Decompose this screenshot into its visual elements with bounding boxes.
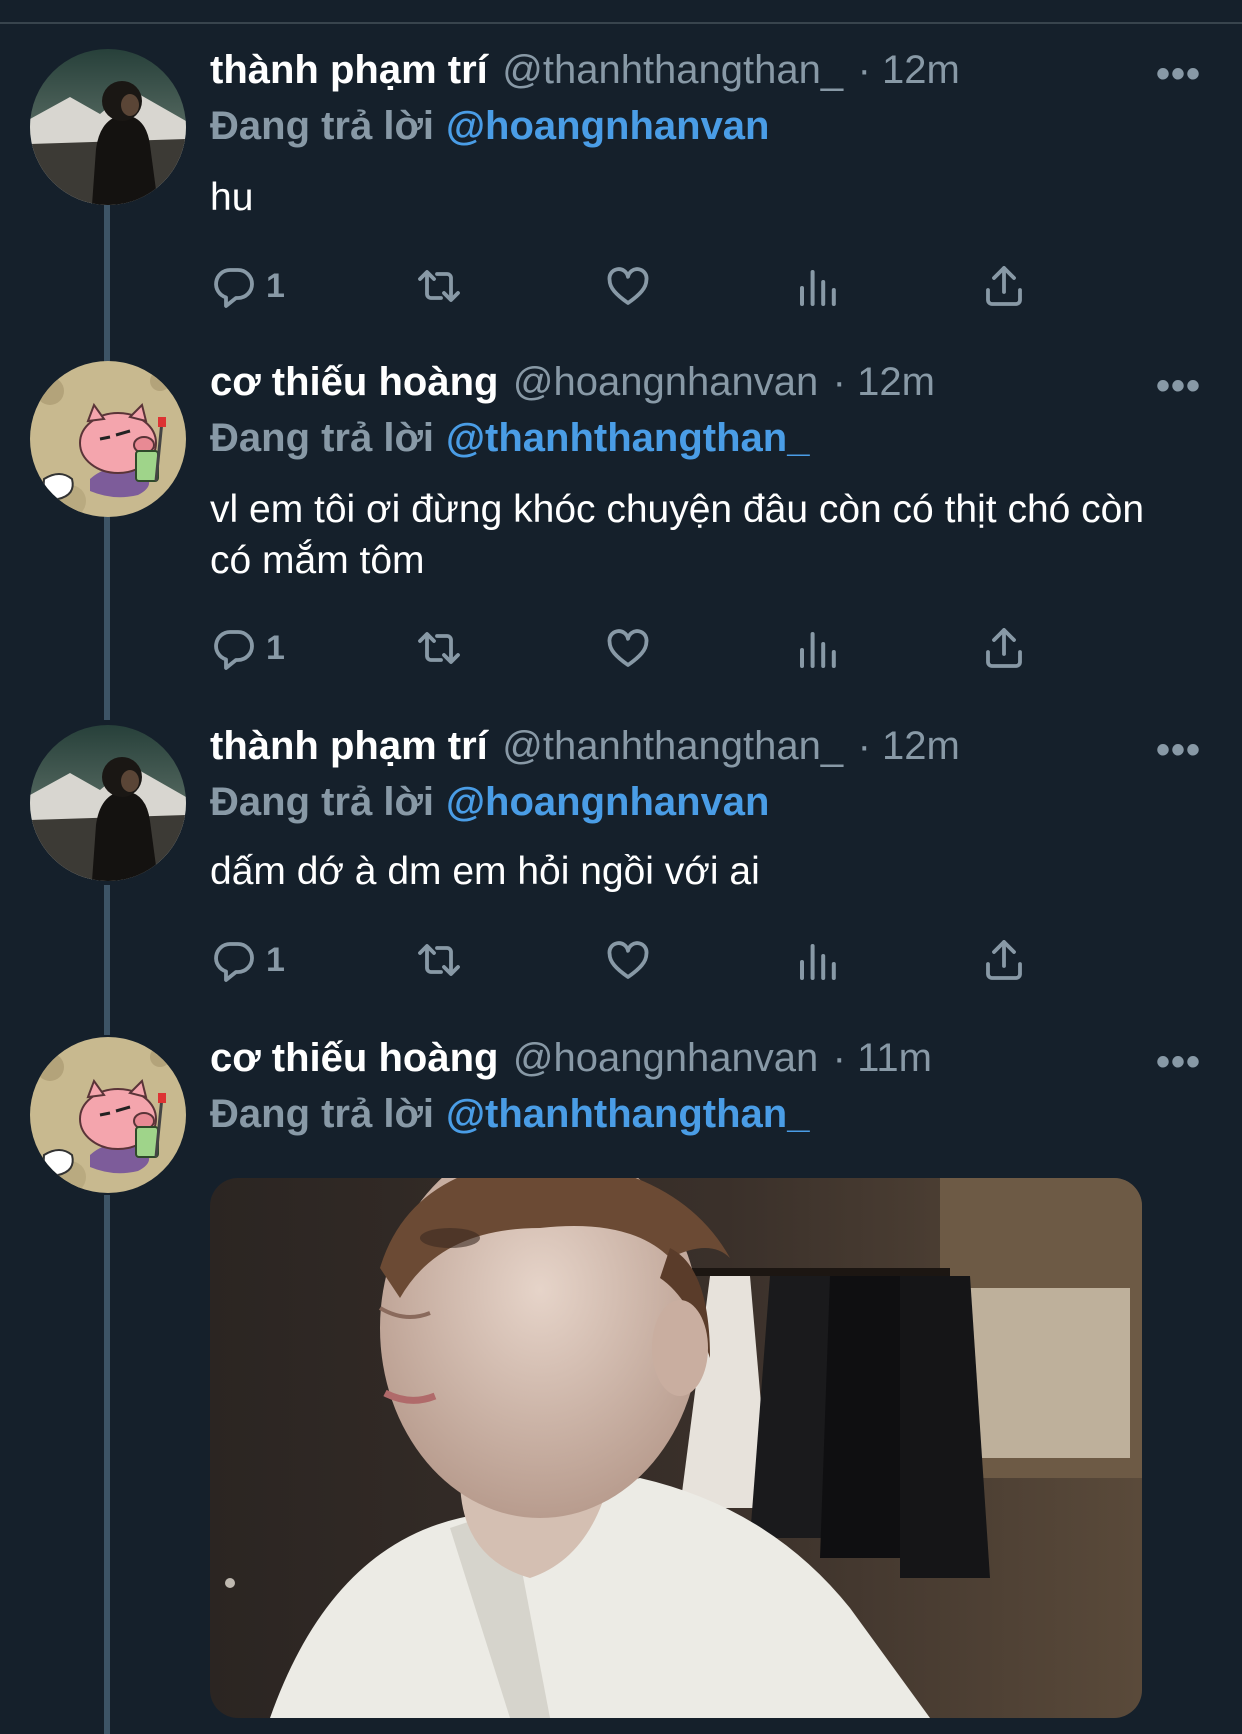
thread-connector (104, 520, 110, 720)
user-handle[interactable]: @hoangnhanvan (513, 360, 818, 404)
reply-icon (214, 268, 254, 308)
tweet-actions: 1 (210, 618, 1090, 678)
tweet-actions: 1 (210, 930, 1090, 990)
reply-button[interactable]: 1 (210, 618, 285, 678)
like-button[interactable] (604, 930, 652, 990)
top-divider (0, 22, 1242, 24)
thread-connector (104, 885, 110, 1035)
thread-connector (104, 1195, 110, 1734)
analytics-icon (800, 270, 836, 306)
share-icon (986, 940, 1022, 980)
replying-prefix: Đang trả lời (210, 104, 435, 148)
share-button[interactable] (980, 930, 1028, 990)
retweet-button[interactable] (412, 256, 466, 316)
reply-count: 1 (266, 940, 285, 979)
user-handle[interactable]: @hoangnhanvan (513, 1036, 818, 1080)
timestamp[interactable]: · 12m (858, 48, 960, 92)
like-icon (607, 941, 649, 979)
reply-icon (214, 942, 254, 982)
retweet-icon (418, 944, 460, 976)
more-icon[interactable]: ••• (1156, 366, 1201, 406)
more-icon[interactable]: ••• (1156, 54, 1201, 94)
tweet-header: thành phạm trí @thanhthangthan_ · 12m (210, 48, 960, 93)
like-icon (607, 267, 649, 305)
share-icon (986, 266, 1022, 306)
mention-link[interactable]: @thanhthangthan_ (446, 416, 809, 460)
reply-count: 1 (266, 266, 285, 305)
reply-button[interactable]: 1 (210, 930, 285, 990)
analytics-icon (800, 944, 836, 980)
tweet-photo[interactable] (210, 1178, 1142, 1718)
like-icon (607, 629, 649, 667)
replying-prefix: Đang trả lời (210, 780, 435, 824)
retweet-icon (418, 270, 460, 302)
display-name[interactable]: cơ thiếu hoàng (210, 360, 498, 404)
avatar[interactable] (30, 1037, 186, 1193)
tweet-actions: 1 (210, 256, 1090, 316)
tweet-header: thành phạm trí @thanhthangthan_ · 12m (210, 724, 960, 769)
replying-to: Đang trả lời @hoangnhanvan (210, 104, 770, 149)
reply-count: 1 (266, 628, 285, 667)
share-button[interactable] (980, 618, 1028, 678)
replying-prefix: Đang trả lời (210, 1092, 435, 1136)
avatar[interactable] (30, 361, 186, 517)
share-button[interactable] (980, 256, 1028, 316)
avatar[interactable] (30, 725, 186, 881)
replying-prefix: Đang trả lời (210, 416, 435, 460)
display-name[interactable]: thành phạm trí (210, 48, 488, 92)
retweet-button[interactable] (412, 930, 466, 990)
reply-button[interactable]: 1 (210, 256, 285, 316)
tweet-text: dấm dớ à dm em hỏi ngồi với ai (210, 850, 760, 893)
avatar[interactable] (30, 49, 186, 205)
reply-icon (214, 630, 254, 670)
more-icon[interactable]: ••• (1156, 1042, 1201, 1082)
retweet-icon (418, 632, 460, 664)
timestamp[interactable]: · 12m (833, 360, 935, 404)
like-button[interactable] (604, 618, 652, 678)
tweet-text: vl em tôi ơi đừng khóc chuyện đâu còn có… (210, 488, 1145, 582)
analytics-icon (800, 632, 836, 668)
analytics-button[interactable] (794, 930, 842, 990)
replying-to: Đang trả lời @thanhthangthan_ (210, 1092, 809, 1137)
tweet-header: cơ thiếu hoàng @hoangnhanvan · 11m (210, 1036, 932, 1081)
analytics-button[interactable] (794, 618, 842, 678)
replying-to: Đang trả lời @hoangnhanvan (210, 780, 770, 825)
share-icon (986, 628, 1022, 668)
display-name[interactable]: cơ thiếu hoàng (210, 1036, 498, 1080)
timestamp[interactable]: · 11m (833, 1036, 932, 1080)
display-name[interactable]: thành phạm trí (210, 724, 488, 768)
user-handle[interactable]: @thanhthangthan_ (502, 724, 843, 768)
tweet-text: hu (210, 176, 254, 219)
retweet-button[interactable] (412, 618, 466, 678)
analytics-button[interactable] (794, 256, 842, 316)
replying-to: Đang trả lời @thanhthangthan_ (210, 416, 809, 461)
tweet-header: cơ thiếu hoàng @hoangnhanvan · 12m (210, 360, 935, 405)
user-handle[interactable]: @thanhthangthan_ (502, 48, 843, 92)
more-icon[interactable]: ••• (1156, 730, 1201, 770)
like-button[interactable] (604, 256, 652, 316)
timestamp[interactable]: · 12m (858, 724, 960, 768)
mention-link[interactable]: @hoangnhanvan (446, 780, 769, 824)
mention-link[interactable]: @hoangnhanvan (446, 104, 769, 148)
mention-link[interactable]: @thanhthangthan_ (446, 1092, 809, 1136)
